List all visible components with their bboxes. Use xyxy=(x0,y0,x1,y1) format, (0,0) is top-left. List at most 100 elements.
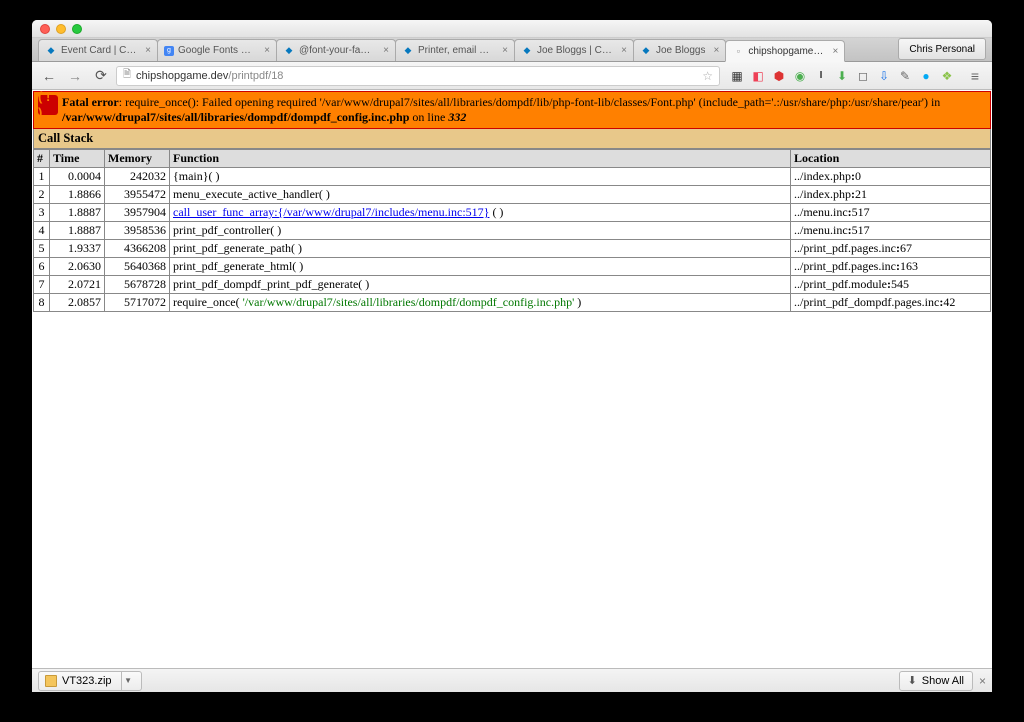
close-icon[interactable]: × xyxy=(502,45,508,56)
ext-green2-icon[interactable]: ❖ xyxy=(938,67,956,85)
drupal-icon: ◆ xyxy=(45,45,57,57)
forward-button[interactable]: → xyxy=(64,66,86,86)
download-item[interactable]: VT323.zip ▼ xyxy=(38,671,142,691)
row-memory: 242032 xyxy=(105,168,170,186)
close-icon[interactable]: × xyxy=(264,45,270,56)
row-num: 8 xyxy=(34,294,50,312)
drupal-icon: ◆ xyxy=(521,45,533,57)
ext-blue-icon[interactable]: ● xyxy=(917,67,935,85)
tab-font-your-face[interactable]: ◆ @font-your-face settings × xyxy=(276,39,396,61)
profile-label: Chris Personal xyxy=(909,44,975,55)
row-num: 7 xyxy=(34,276,50,294)
ext-adblock-icon[interactable]: ⬢ xyxy=(770,67,788,85)
row-memory: 5640368 xyxy=(105,258,170,276)
url-text: chipshopgame.dev/printpdf/18 xyxy=(136,70,697,82)
show-all-label: Show All xyxy=(922,675,964,687)
row-time: 1.8887 xyxy=(50,204,105,222)
row-num: 4 xyxy=(34,222,50,240)
function-link[interactable]: call_user_func_array:{/var/www/drupal7/i… xyxy=(173,205,489,219)
ext-down-icon[interactable]: ⬇ xyxy=(833,67,851,85)
site-info-icon[interactable]: 🗎 xyxy=(123,67,131,84)
google-icon: g xyxy=(164,46,174,56)
row-time: 1.8887 xyxy=(50,222,105,240)
ext-evernote-icon[interactable]: ✎ xyxy=(896,67,914,85)
browser-window: ◆ Event Card | Chip Shop × g Google Font… xyxy=(32,20,992,692)
drupal-icon: ◆ xyxy=(283,45,295,57)
error-message: Fatal error: require_once(): Failed open… xyxy=(62,95,986,125)
ext-green-icon[interactable]: ◉ xyxy=(791,67,809,85)
table-row: 62.06305640368print_pdf_generate_html( )… xyxy=(34,258,991,276)
row-function: require_once( '/var/www/drupal7/sites/al… xyxy=(170,294,791,312)
page-viewport: ( ! ) Fatal error: require_once(): Faile… xyxy=(32,90,992,668)
download-filename: VT323.zip xyxy=(62,675,112,687)
row-function: print_pdf_controller( ) xyxy=(170,222,791,240)
col-time: Time xyxy=(50,150,105,168)
ext-buffer-icon[interactable]: ▦ xyxy=(728,67,746,85)
zoom-window-button[interactable] xyxy=(72,24,82,34)
traffic-lights xyxy=(40,24,82,34)
tab-strip: ◆ Event Card | Chip Shop × g Google Font… xyxy=(32,38,992,62)
table-row: 41.88873958536print_pdf_controller( )../… xyxy=(34,222,991,240)
close-icon[interactable]: × xyxy=(832,46,838,57)
row-num: 5 xyxy=(34,240,50,258)
chrome-menu-button[interactable]: ≡ xyxy=(964,66,986,86)
close-icon[interactable]: × xyxy=(713,45,719,56)
minimize-window-button[interactable] xyxy=(56,24,66,34)
reload-button[interactable]: ⟳ xyxy=(90,66,112,86)
close-window-button[interactable] xyxy=(40,24,50,34)
close-icon[interactable]: × xyxy=(383,45,389,56)
row-num: 6 xyxy=(34,258,50,276)
ext-down2-icon[interactable]: ⇩ xyxy=(875,67,893,85)
row-num: 2 xyxy=(34,186,50,204)
close-icon[interactable]: × xyxy=(621,45,627,56)
table-row: 51.93374366208print_pdf_generate_path( )… xyxy=(34,240,991,258)
row-time: 1.8866 xyxy=(50,186,105,204)
tab-label: Joe Bloggs xyxy=(656,45,705,56)
tab-printpdf[interactable]: ▫ chipshopgame.dev/print × xyxy=(725,40,845,62)
error-file: /var/www/drupal7/sites/all/libraries/dom… xyxy=(62,110,409,124)
show-all-downloads-button[interactable]: ⬇ Show All xyxy=(899,671,973,691)
row-function: print_pdf_generate_html( ) xyxy=(170,258,791,276)
row-location: ../print_pdf.module:545 xyxy=(791,276,991,294)
profile-button[interactable]: Chris Personal xyxy=(898,38,986,60)
table-row: 10.0004242032{main}( )../index.php:0 xyxy=(34,168,991,186)
col-num: # xyxy=(34,150,50,168)
row-function: {main}( ) xyxy=(170,168,791,186)
ext-box-icon[interactable]: ◻ xyxy=(854,67,872,85)
close-downloads-bar-button[interactable]: × xyxy=(979,674,986,688)
ext-onepassword-icon[interactable]: I xyxy=(812,67,830,85)
row-memory: 3957904 xyxy=(105,204,170,222)
bookmark-star-icon[interactable]: ☆ xyxy=(702,69,713,83)
tab-label: Printer, email and PDF ve xyxy=(418,45,494,56)
tab-event-card[interactable]: ◆ Event Card | Chip Shop × xyxy=(38,39,158,61)
row-location: ../index.php:21 xyxy=(791,186,991,204)
tab-joe-bloggs[interactable]: ◆ Joe Bloggs × xyxy=(633,39,726,61)
tab-google-fonts[interactable]: g Google Fonts VT323 × xyxy=(157,39,277,61)
browser-toolbar: ← → ⟳ 🗎 chipshopgame.dev/printpdf/18 ☆ ▦… xyxy=(32,62,992,90)
tab-joe-bloggs-chip[interactable]: ◆ Joe Bloggs | Chip Shop × xyxy=(514,39,634,61)
back-button[interactable]: ← xyxy=(38,66,60,86)
row-time: 2.0630 xyxy=(50,258,105,276)
download-menu-chevron-icon[interactable]: ▼ xyxy=(121,672,135,690)
callstack-header: Call Stack xyxy=(33,129,991,149)
error-on-line: on line xyxy=(409,110,448,124)
tab-label: Google Fonts VT323 xyxy=(178,45,256,56)
row-memory: 5678728 xyxy=(105,276,170,294)
url-host: chipshopgame.dev xyxy=(136,70,228,82)
row-location: ../menu.inc:517 xyxy=(791,204,991,222)
row-num: 1 xyxy=(34,168,50,186)
address-bar[interactable]: 🗎 chipshopgame.dev/printpdf/18 ☆ xyxy=(116,66,720,86)
table-row: 72.07215678728print_pdf_dompdf_print_pdf… xyxy=(34,276,991,294)
table-row: 21.88663955472menu_execute_active_handle… xyxy=(34,186,991,204)
row-function: menu_execute_active_handler( ) xyxy=(170,186,791,204)
error-badge-icon: ( ! ) xyxy=(38,95,58,115)
col-location: Location xyxy=(791,150,991,168)
tab-printer-pdf[interactable]: ◆ Printer, email and PDF ve × xyxy=(395,39,515,61)
drupal-icon: ◆ xyxy=(640,45,652,57)
row-time: 2.0857 xyxy=(50,294,105,312)
row-location: ../menu.inc:517 xyxy=(791,222,991,240)
extension-icons: ▦ ◧ ⬢ ◉ I ⬇ ◻ ⇩ ✎ ● ❖ xyxy=(724,67,960,85)
error-msg-text: : require_once(): Failed opening require… xyxy=(119,95,941,109)
ext-pocket-icon[interactable]: ◧ xyxy=(749,67,767,85)
close-icon[interactable]: × xyxy=(145,45,151,56)
